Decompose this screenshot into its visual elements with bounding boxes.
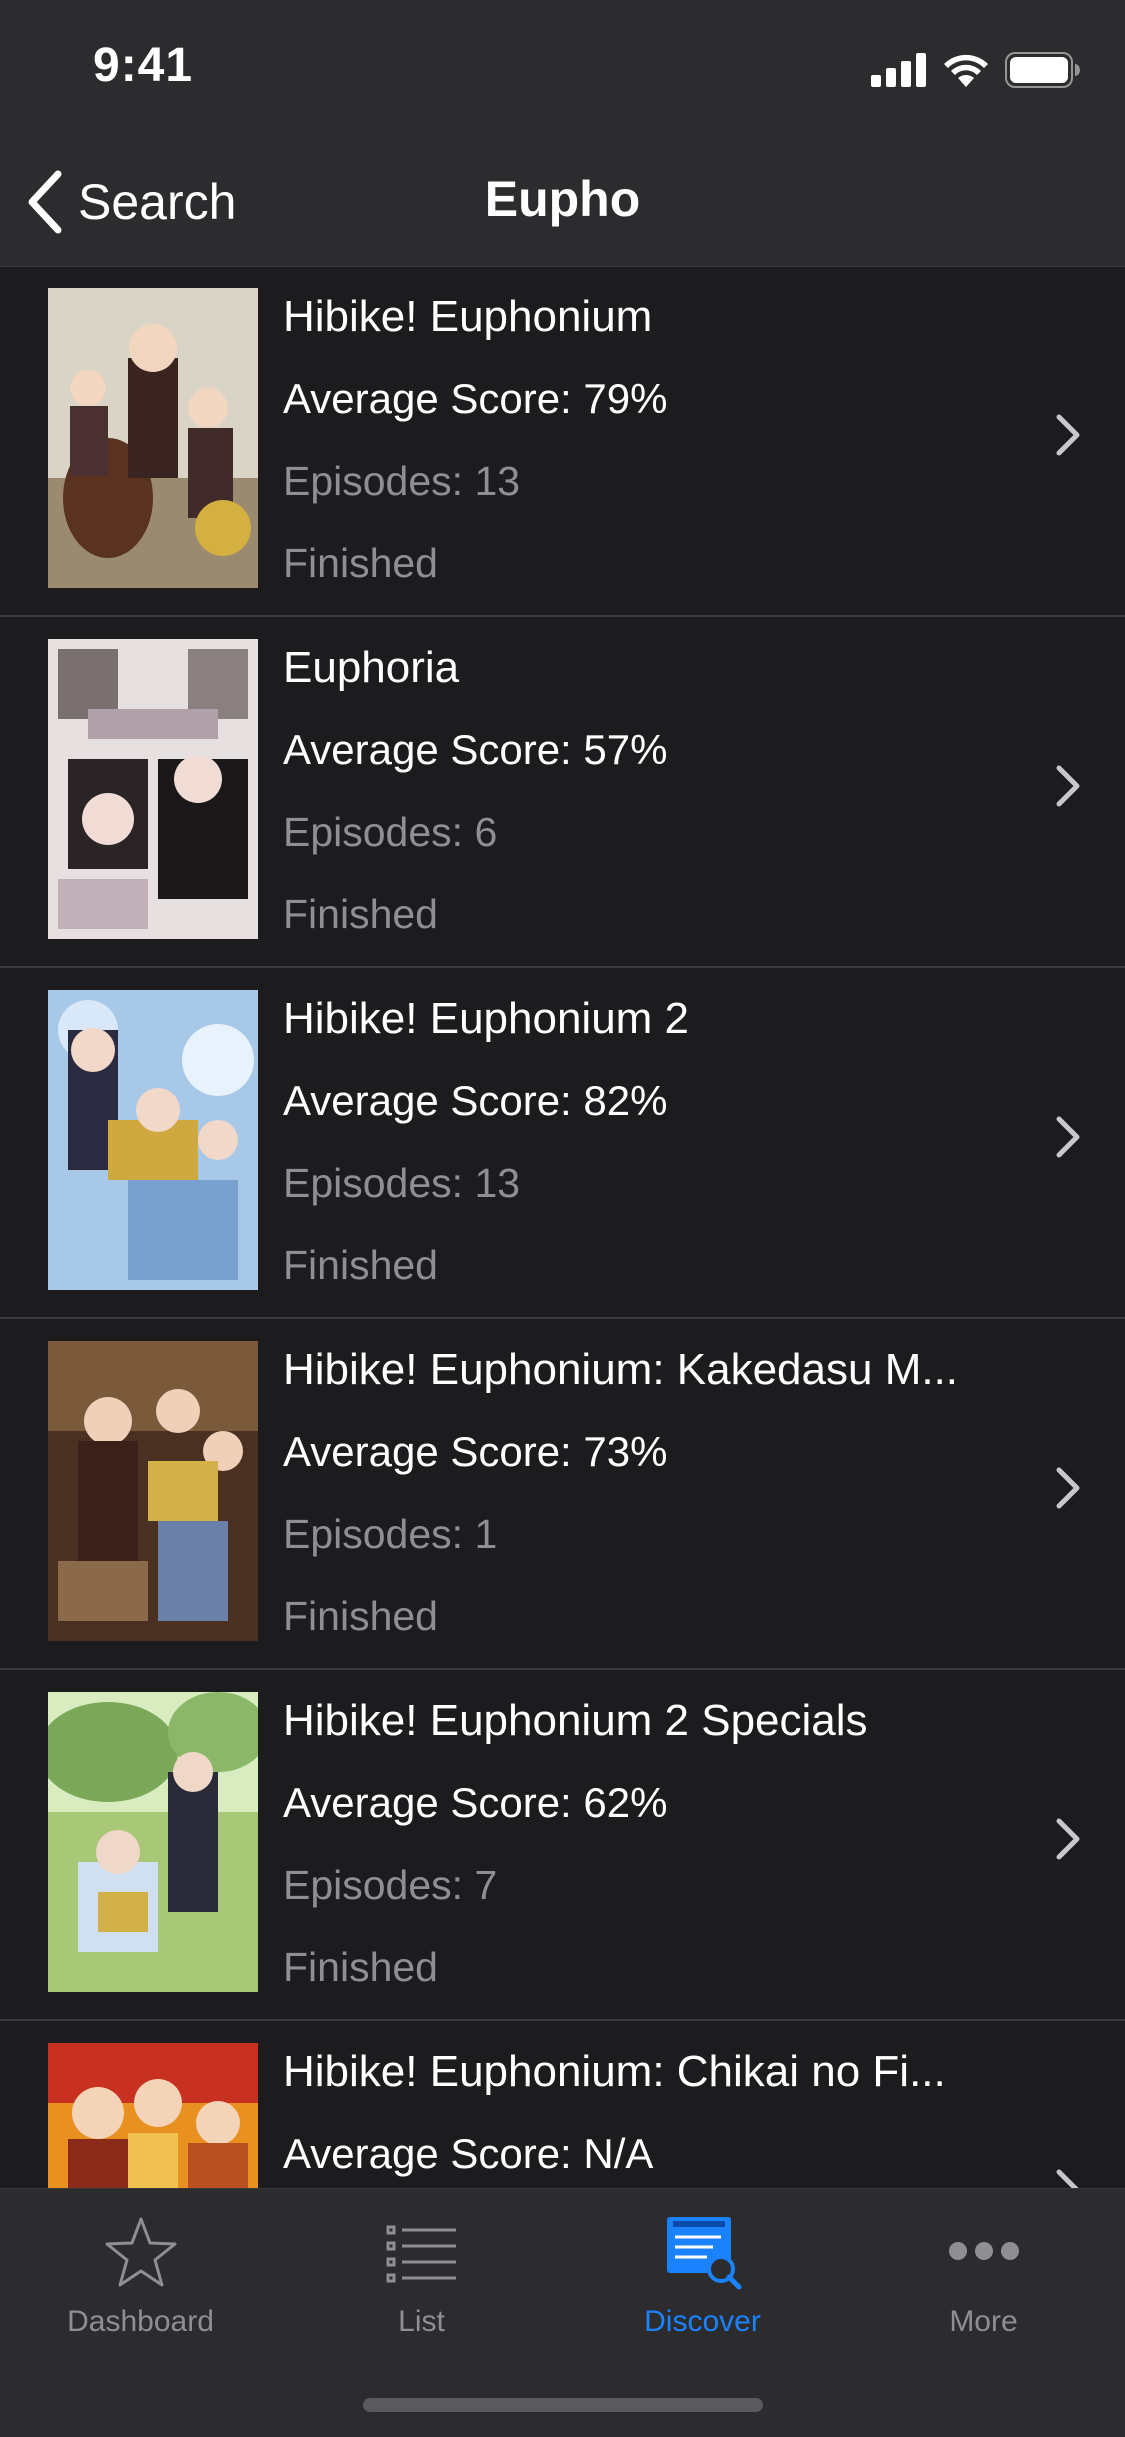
- list-item[interactable]: Euphoria Average Score: 57% Episodes: 6 …: [0, 617, 1125, 968]
- cellular-signal-icon: [871, 53, 926, 87]
- list-item-text: Hibike! Euphonium: Kakedasu M... Average…: [283, 1341, 1005, 1645]
- discover-icon: [666, 2217, 741, 2290]
- list-item[interactable]: Hibike! Euphonium 2 Average Score: 82% E…: [0, 968, 1125, 1319]
- wifi-icon: [944, 54, 988, 87]
- airing-status: Finished: [283, 1944, 438, 1990]
- tab-label: Discover: [644, 2305, 761, 2338]
- anime-cover-image: [48, 1692, 258, 1992]
- status-icons: [871, 48, 1081, 92]
- anime-cover-image: [48, 639, 258, 939]
- anime-title: Hibike! Euphonium: Chikai no Fi...: [283, 2047, 946, 2096]
- episode-count: Episodes: 13: [283, 458, 521, 504]
- chevron-right-icon: [1056, 2169, 1079, 2188]
- home-indicator: [363, 2398, 763, 2412]
- anime-cover-image: [48, 288, 258, 588]
- anime-cover-image: [48, 990, 258, 1290]
- average-score: Average Score: 82%: [283, 1077, 668, 1124]
- list-item-text: Hibike! Euphonium 2 Average Score: 82% E…: [283, 990, 1005, 1294]
- episode-count: Episodes: 7: [283, 1862, 498, 1908]
- tab-more[interactable]: More: [843, 2207, 1124, 2367]
- anime-title: Hibike! Euphonium: [283, 292, 653, 341]
- average-score: Average Score: 57%: [283, 726, 668, 773]
- tab-label: List: [398, 2305, 445, 2338]
- average-score: Average Score: 73%: [283, 1428, 668, 1475]
- chevron-right-icon: [1056, 1467, 1080, 1509]
- battery-icon: [1005, 52, 1080, 88]
- anime-cover-image: [48, 1341, 258, 1641]
- airing-status: Finished: [283, 1242, 438, 1288]
- airing-status: Finished: [283, 1593, 438, 1639]
- tab-label: More: [949, 2305, 1018, 2338]
- anime-title: Hibike! Euphonium 2 Specials: [283, 1696, 868, 1745]
- list-item[interactable]: Hibike! Euphonium 2 Specials Average Sco…: [0, 1670, 1125, 2021]
- status-bar: 9:41: [0, 0, 1125, 140]
- chevron-right-icon: [1056, 1116, 1080, 1158]
- star-icon: [105, 2217, 176, 2287]
- anime-title: Hibike! Euphonium 2: [283, 994, 690, 1043]
- airing-status: Finished: [283, 540, 438, 586]
- chevron-right-icon: [1056, 1818, 1080, 1860]
- status-time: 9:41: [93, 39, 194, 92]
- anime-cover-image: [48, 2043, 258, 2188]
- list-item[interactable]: Hibike! Euphonium Average Score: 79% Epi…: [0, 266, 1125, 617]
- airing-status: Finished: [283, 891, 438, 937]
- nav-bar: Search Eupho: [0, 140, 1125, 267]
- list-item-text: Hibike! Euphonium 2 Specials Average Sco…: [283, 1692, 1005, 1996]
- list-item-text: Hibike! Euphonium Average Score: 79% Epi…: [283, 288, 1005, 592]
- average-score: Average Score: 62%: [283, 1779, 668, 1826]
- more-icon: [948, 2242, 1019, 2260]
- anime-title: Hibike! Euphonium: Kakedasu M...: [283, 1345, 959, 1394]
- average-score: Average Score: N/A: [283, 2130, 654, 2177]
- average-score: Average Score: 79%: [283, 375, 668, 422]
- tab-discover[interactable]: Discover: [562, 2207, 843, 2367]
- list-icon: [386, 2225, 456, 2283]
- list-item[interactable]: Hibike! Euphonium: Chikai no Fi... Avera…: [0, 2021, 1125, 2188]
- chevron-right-icon: [1056, 765, 1080, 807]
- list-item-text: Hibike! Euphonium: Chikai no Fi... Avera…: [283, 2043, 1005, 2188]
- chevron-right-icon: [1056, 414, 1080, 456]
- list-item-text: Euphoria Average Score: 57% Episodes: 6 …: [283, 639, 1005, 943]
- episode-count: Episodes: 1: [283, 1511, 498, 1557]
- episode-count: Episodes: 13: [283, 1160, 521, 1206]
- page-title: Eupho: [484, 171, 641, 227]
- tab-list[interactable]: List: [281, 2207, 562, 2367]
- episode-count: Episodes: 6: [283, 809, 498, 855]
- list-item[interactable]: Hibike! Euphonium: Kakedasu M... Average…: [0, 1319, 1125, 1670]
- tab-dashboard[interactable]: Dashboard: [0, 2207, 281, 2367]
- results-list[interactable]: Hibike! Euphonium Average Score: 79% Epi…: [0, 266, 1125, 2188]
- anime-title: Euphoria: [283, 643, 460, 692]
- tab-label: Dashboard: [67, 2305, 214, 2338]
